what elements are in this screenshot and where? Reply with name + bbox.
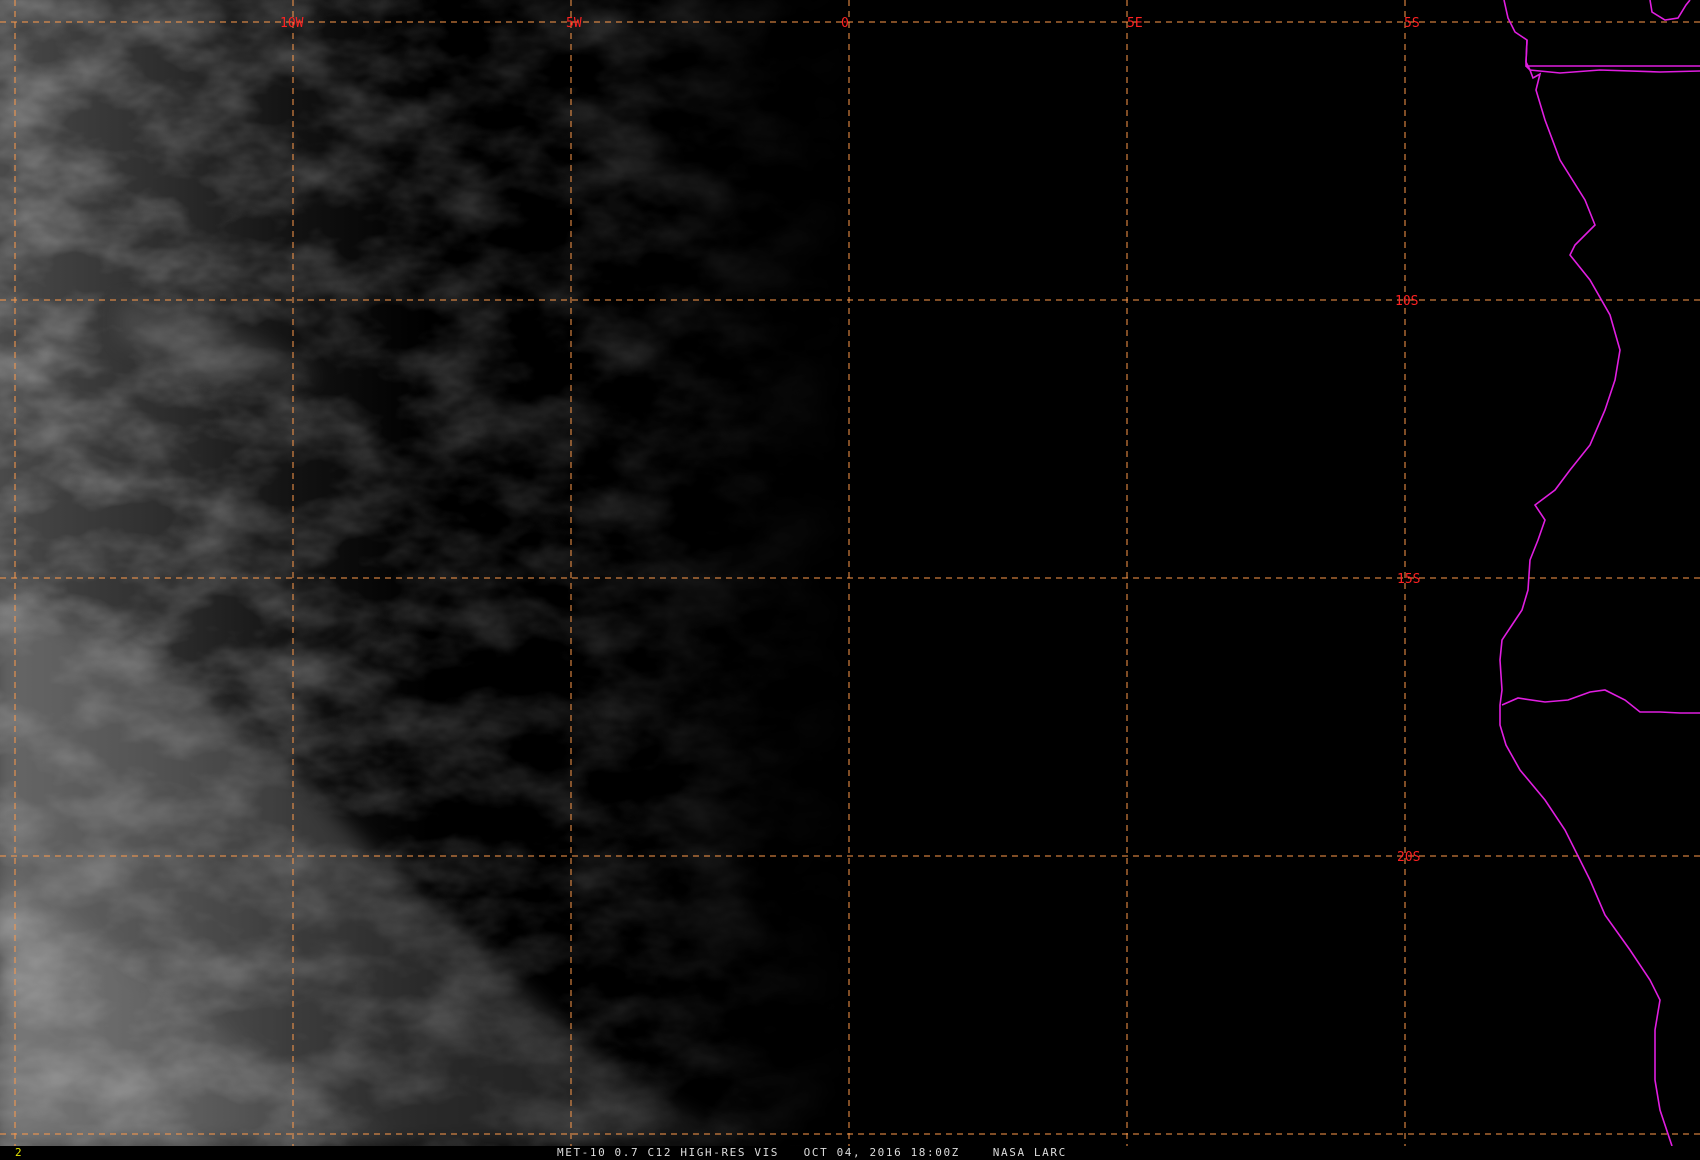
- image-caption-bar: 2 MET-10 0.7 C12 HIGH-RES VIS OCT 04, 20…: [0, 1146, 1700, 1160]
- africa-coastline: [1499, 0, 1673, 1146]
- cabinda-border: [1525, 39, 1700, 67]
- image-caption: MET-10 0.7 C12 HIGH-RES VIS OCT 04, 2016…: [557, 1146, 1067, 1159]
- longitude-label-5e: 5E: [1127, 16, 1143, 31]
- angola-namibia-border: [1501, 689, 1700, 714]
- latitude-label-15s: 15S: [1397, 572, 1420, 587]
- longitude-label-10w: 10W: [280, 16, 304, 31]
- longitude-label-0: 0: [841, 16, 849, 31]
- congo-angola-border: [1525, 65, 1700, 74]
- coastline-borders: [1499, 0, 1700, 1146]
- northern-border: [1649, 0, 1691, 21]
- longitude-label-5w: 5W: [566, 16, 582, 31]
- latitude-longitude-grid: [0, 0, 1700, 1146]
- frame-number: 2: [15, 1146, 22, 1159]
- satellite-image-viewer: 10W 5W 0 5E 5S 10S 15S 20S 2 MET-10 0.7 …: [0, 0, 1700, 1160]
- latitude-label-10s: 10S: [1395, 294, 1418, 309]
- latitude-label-5s: 5S: [1404, 16, 1420, 31]
- latitude-label-20s: 20S: [1397, 850, 1420, 865]
- map-overlay: 10W 5W 0 5E 5S 10S 15S 20S: [0, 0, 1700, 1146]
- grid-labels: 10W 5W 0 5E 5S 10S 15S 20S: [280, 16, 1420, 865]
